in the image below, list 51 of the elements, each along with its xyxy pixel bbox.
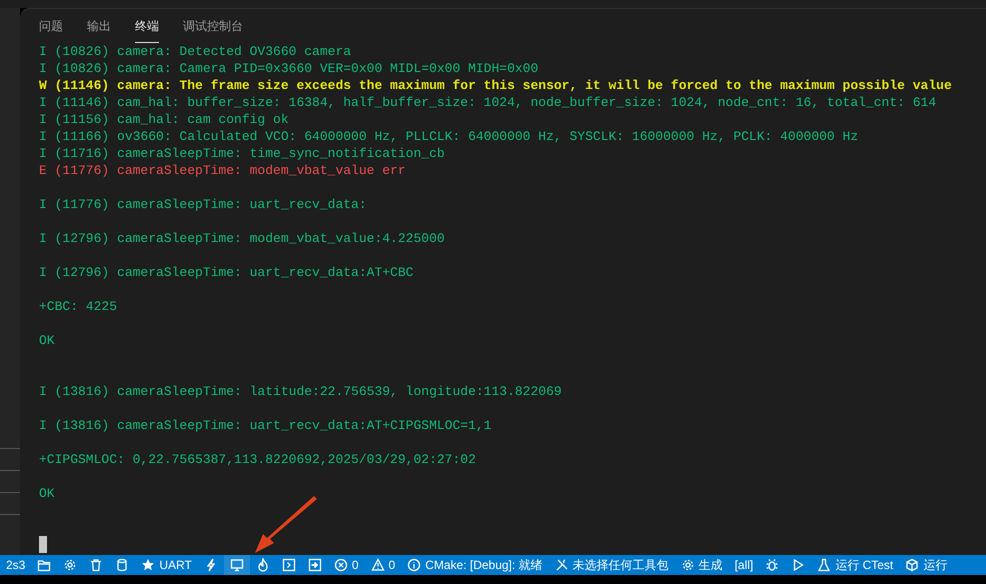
status-item[interactable]: 运行 bbox=[899, 555, 954, 575]
status-icon-button[interactable] bbox=[224, 555, 250, 575]
terminal-line: I (11166) ov3660: Calculated VCO: 64000000 Hz, PLLCLK: 64000000 Hz, SYSCLK: 16000000 Hz, PCLK: 4000000 Hz bbox=[39, 128, 858, 145]
star-icon bbox=[141, 558, 156, 572]
terminal-line: +CBC: 4225 bbox=[39, 298, 118, 315]
error-icon bbox=[334, 558, 348, 572]
panel-tab[interactable]: 问题 bbox=[39, 9, 63, 43]
status-item[interactable]: UART bbox=[135, 555, 198, 575]
terminal-line: I (11716) cameraSleepTime: time_sync_notification_cb bbox=[39, 145, 445, 162]
terminal-line: +CIPGSMLOC: 0,22.7565387,113.8220692,2025/03/29,02:27:02 bbox=[39, 451, 476, 468]
play-icon bbox=[791, 558, 806, 572]
monitor-icon bbox=[230, 558, 244, 572]
enter-box-icon bbox=[308, 558, 322, 572]
terminal-line: OK bbox=[39, 485, 55, 502]
cube-icon bbox=[905, 558, 920, 572]
terminal-line: I (13816) cameraSleepTime: uart_recv_data:AT+CIPGSMLOC=1,1 bbox=[39, 417, 492, 434]
status-item[interactable]: 未选择任何工具包 bbox=[548, 555, 675, 575]
panel-tab[interactable]: 终端 bbox=[135, 9, 159, 43]
info-icon bbox=[407, 558, 422, 572]
terminal-line: I (11156) cam_hal: cam config ok bbox=[39, 111, 289, 128]
terminal-line: I (11146) cam_hal: buffer_size: 16384, half_buffer_size: 1024, node_buffer_size: 1024, node_cnt: 16, total_cnt: 614 bbox=[39, 94, 936, 111]
tools-icon bbox=[554, 558, 569, 572]
terminal-line: I (10826) camera: Detected OV3660 camera bbox=[39, 43, 352, 60]
terminal-line: I (11776) cameraSleepTime: uart_recv_data: bbox=[39, 196, 367, 213]
cylinder-icon bbox=[115, 558, 130, 572]
trash-icon bbox=[89, 558, 104, 572]
panel-tab[interactable]: 输出 bbox=[87, 9, 111, 43]
status-item[interactable]: CMake: [Debug]: 就绪 bbox=[401, 555, 549, 575]
terminal-line: I (12796) cameraSleepTime: uart_recv_data:AT+CBC bbox=[39, 264, 414, 281]
settings-icon bbox=[680, 558, 695, 572]
settings-icon bbox=[63, 558, 78, 572]
status-item[interactable]: 0 bbox=[364, 555, 402, 575]
terminal-line: I (10826) camera: Camera PID=0x3660 VER=0x00 MIDL=0x00 MIDH=0x00 bbox=[39, 60, 538, 77]
warning-icon bbox=[370, 558, 384, 572]
terminal-line: E (11776) cameraSleepTime: modem_vbat_value err bbox=[39, 162, 406, 179]
terminal-line: W (11146) camera: The frame size exceeds the maximum for this sensor, it will be forced to the maximum possible value bbox=[39, 77, 952, 94]
terminal-icon bbox=[282, 558, 296, 572]
status-item[interactable]: [all] bbox=[728, 555, 760, 575]
status-item[interactable]: 运行 CTest bbox=[811, 555, 900, 575]
terminal-line: OK bbox=[39, 332, 55, 349]
terminal-cursor bbox=[39, 536, 47, 553]
flame-icon bbox=[256, 558, 270, 572]
bug-icon bbox=[765, 558, 780, 572]
terminal-line: I (12796) cameraSleepTime: modem_vbat_value:4.225000 bbox=[39, 230, 445, 247]
status-item[interactable]: 2s3 bbox=[0, 555, 32, 575]
status-item[interactable]: 0 bbox=[328, 555, 364, 575]
status-item[interactable]: 生成 bbox=[674, 555, 729, 575]
folder-icon bbox=[37, 558, 52, 572]
panel-tab[interactable]: 调试控制台 bbox=[183, 9, 243, 43]
terminal-line: I (13816) cameraSleepTime: latitude:22.756539, longitude:113.822069 bbox=[39, 383, 562, 400]
flask-icon bbox=[817, 558, 832, 572]
